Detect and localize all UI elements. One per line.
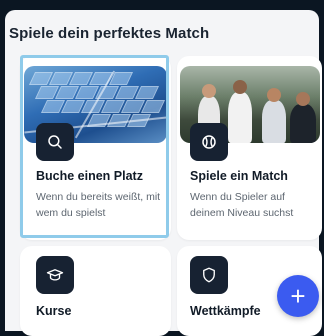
graduation-cap-icon (36, 256, 74, 294)
card-title: Wettkämpfe (190, 304, 261, 318)
card-title: Spiele ein Match (190, 169, 288, 183)
card-title: Buche einen Platz (36, 169, 143, 183)
card-title: Kurse (36, 304, 72, 318)
tennis-ball-icon (190, 123, 228, 161)
courses-card[interactable]: Kurse (20, 246, 171, 336)
plus-icon: + (290, 281, 306, 311)
shield-icon (190, 256, 228, 294)
search-icon (36, 123, 74, 161)
card-description: Wenn du Spieler auf deinem Niveau suchst (190, 191, 294, 219)
play-match-card[interactable]: Spiele ein Match Wenn du Spieler auf dei… (177, 56, 322, 240)
add-button[interactable]: + (277, 275, 319, 317)
book-court-card[interactable]: Buche einen Platz Wenn du bereits weißt,… (20, 56, 171, 240)
section-title: Spiele dein perfektes Match (9, 25, 210, 42)
card-description: Wenn du bereits weißt, mit wem du spiels… (36, 191, 161, 219)
